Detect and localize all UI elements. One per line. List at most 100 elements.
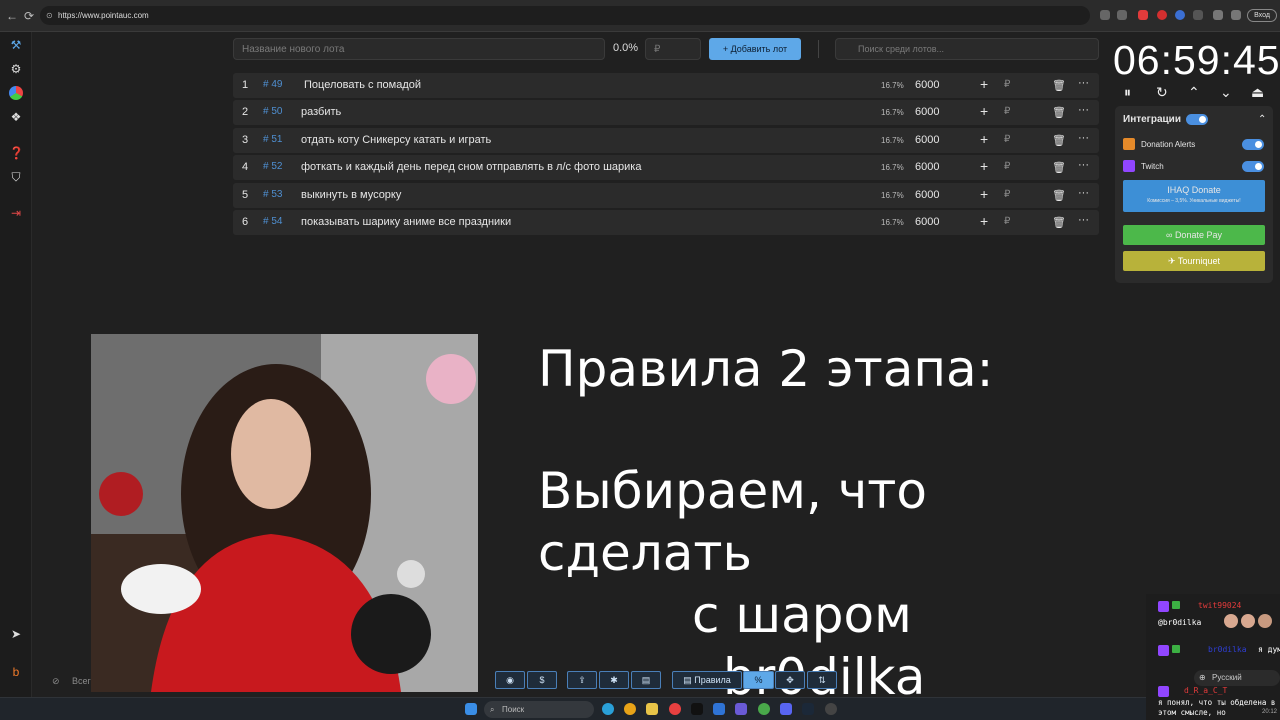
chrome-icon[interactable]	[624, 703, 636, 715]
edge-icon[interactable]	[602, 703, 614, 715]
hide-icon[interactable]: ⊘	[52, 676, 60, 687]
site-info-icon[interactable]: ⊙	[46, 6, 53, 25]
shield-icon[interactable]: ⛉	[9, 170, 23, 184]
currency-field[interactable]: ₽	[1004, 189, 1010, 200]
reset-icon[interactable]: ↻	[1156, 84, 1168, 101]
layers-icon[interactable]: ❖	[9, 110, 23, 124]
app-icon[interactable]	[713, 703, 725, 715]
explorer-icon[interactable]	[646, 703, 658, 715]
profile-button[interactable]: Вход	[1247, 9, 1277, 22]
add-lot-button[interactable]: + Добавить лот	[709, 38, 801, 60]
donate-pay-button[interactable]: ∞ Donate Pay	[1123, 225, 1265, 245]
telegram-icon[interactable]: ➤	[9, 627, 23, 641]
move-button[interactable]: ✥	[775, 671, 805, 689]
currency-field[interactable]: ₽	[1004, 79, 1010, 90]
delete-icon[interactable]: 🗑	[1052, 216, 1066, 229]
taskbar-search[interactable]: ⌕ Поиск	[484, 701, 594, 718]
extension-icon[interactable]	[1175, 10, 1185, 20]
lot-name[interactable]: отдать коту Сникерсу катать и играть	[301, 134, 491, 146]
help-icon[interactable]: ❓	[9, 146, 24, 160]
teams-icon[interactable]	[735, 703, 747, 715]
github-button[interactable]: ◉	[495, 671, 525, 689]
extension-icon[interactable]	[1193, 10, 1203, 20]
ihaq-donate-button[interactable]: IHAQ Donate Комиссия – 3,5%. Уникальные …	[1123, 180, 1265, 212]
time-up-icon[interactable]: ⌃	[1188, 84, 1200, 101]
currency-field[interactable]: ₽	[1004, 106, 1010, 117]
currency-field[interactable]: ₽	[1004, 216, 1010, 227]
integrations-toggle[interactable]	[1186, 114, 1208, 125]
percent-toggle[interactable]: %	[743, 671, 774, 689]
lot-amount-input[interactable]	[645, 38, 701, 60]
language-selector[interactable]: ⊕ Русский	[1194, 670, 1280, 686]
extensions-icon[interactable]	[1213, 10, 1223, 20]
more-icon[interactable]: ···	[1078, 214, 1089, 226]
chat-username[interactable]: d_R_a_C_T	[1184, 686, 1227, 695]
more-icon[interactable]: ···	[1078, 132, 1089, 144]
lot-name[interactable]: разбить	[301, 106, 341, 118]
donation-alerts-toggle[interactable]	[1242, 139, 1264, 150]
more-icon[interactable]: ···	[1078, 77, 1089, 89]
lot-name[interactable]: Поцеловать с помадой	[304, 79, 421, 91]
lot-name[interactable]: показывать шарику аниме все праздники	[301, 216, 511, 228]
lot-amount[interactable]: 6000	[915, 106, 939, 118]
sort-button[interactable]: ⇅	[807, 671, 837, 689]
currency-field[interactable]: ₽	[1004, 161, 1010, 172]
lot-amount[interactable]: 6000	[915, 134, 939, 146]
more-icon[interactable]: ···	[1078, 187, 1089, 199]
more-icon[interactable]: ···	[1078, 104, 1089, 116]
rules-button[interactable]: ▤ Правила	[672, 671, 742, 689]
add-amount-icon[interactable]: +	[980, 186, 988, 202]
steam-icon[interactable]	[802, 703, 814, 715]
pause-icon[interactable]: ⏸	[1124, 84, 1131, 101]
chat-username[interactable]: br0dilka	[1208, 645, 1247, 654]
export-button[interactable]: ⇪	[567, 671, 597, 689]
browser-icon[interactable]	[758, 703, 770, 715]
delete-icon[interactable]: 🗑	[1052, 189, 1066, 202]
tourniquet-button[interactable]: ✈ Tourniquet	[1123, 251, 1265, 271]
time-down-icon[interactable]: ⌄	[1220, 84, 1232, 101]
auction-icon[interactable]: ⚒	[9, 38, 23, 52]
lot-amount[interactable]: 6000	[915, 189, 939, 201]
lot-amount[interactable]: 6000	[915, 161, 939, 173]
start-icon[interactable]	[465, 703, 477, 715]
collapse-icon[interactable]: ⌃	[1258, 114, 1266, 125]
reload-icon[interactable]: ⟳	[24, 9, 34, 23]
yandex-icon[interactable]	[669, 703, 681, 715]
currency-field[interactable]: ₽	[1004, 134, 1010, 145]
add-amount-icon[interactable]: +	[980, 158, 988, 174]
logout-icon[interactable]: ⇥	[9, 206, 23, 220]
add-amount-icon[interactable]: +	[980, 76, 988, 92]
add-amount-icon[interactable]: +	[980, 103, 988, 119]
discord-icon[interactable]	[780, 703, 792, 715]
address-bar[interactable]: ⊙ https://www.pointauc.com	[40, 6, 1090, 25]
extension-icon[interactable]	[1157, 10, 1167, 20]
lot-name-input[interactable]	[233, 38, 605, 60]
lot-name[interactable]: выкинуть в мусорку	[301, 189, 401, 201]
more-icon[interactable]: ···	[1078, 159, 1089, 171]
lot-name[interactable]: фоткать и каждый день перед сном отправл…	[301, 161, 641, 173]
boosty-icon[interactable]: b	[9, 665, 23, 679]
add-amount-icon[interactable]: +	[980, 131, 988, 147]
twitch-toggle[interactable]	[1242, 161, 1264, 172]
back-icon[interactable]: ←	[6, 9, 18, 23]
extension-icon[interactable]	[1117, 10, 1127, 20]
lot-amount[interactable]: 6000	[915, 79, 939, 91]
wheel-icon[interactable]	[9, 86, 23, 100]
donate-button[interactable]: $	[527, 671, 557, 689]
delete-icon[interactable]: 🗑	[1052, 134, 1066, 147]
eject-icon[interactable]: ⏏	[1251, 84, 1264, 101]
delete-icon[interactable]: 🗑	[1052, 106, 1066, 119]
clear-button[interactable]: ▤	[631, 671, 661, 689]
lot-amount[interactable]: 6000	[915, 216, 939, 228]
extension-icon[interactable]	[1138, 10, 1148, 20]
delete-icon[interactable]: 🗑	[1052, 161, 1066, 174]
sidebar-toggle-icon[interactable]	[1231, 10, 1241, 20]
chat-username[interactable]: twit99024	[1198, 601, 1241, 610]
extension-icon[interactable]	[1100, 10, 1110, 20]
obs-icon[interactable]	[825, 703, 837, 715]
delete-icon[interactable]: 🗑	[1052, 79, 1066, 92]
lot-search-input[interactable]	[835, 38, 1099, 60]
bug-button[interactable]: ✱	[599, 671, 629, 689]
tiktok-icon[interactable]	[691, 703, 703, 715]
settings-icon[interactable]: ⚙	[9, 62, 23, 76]
